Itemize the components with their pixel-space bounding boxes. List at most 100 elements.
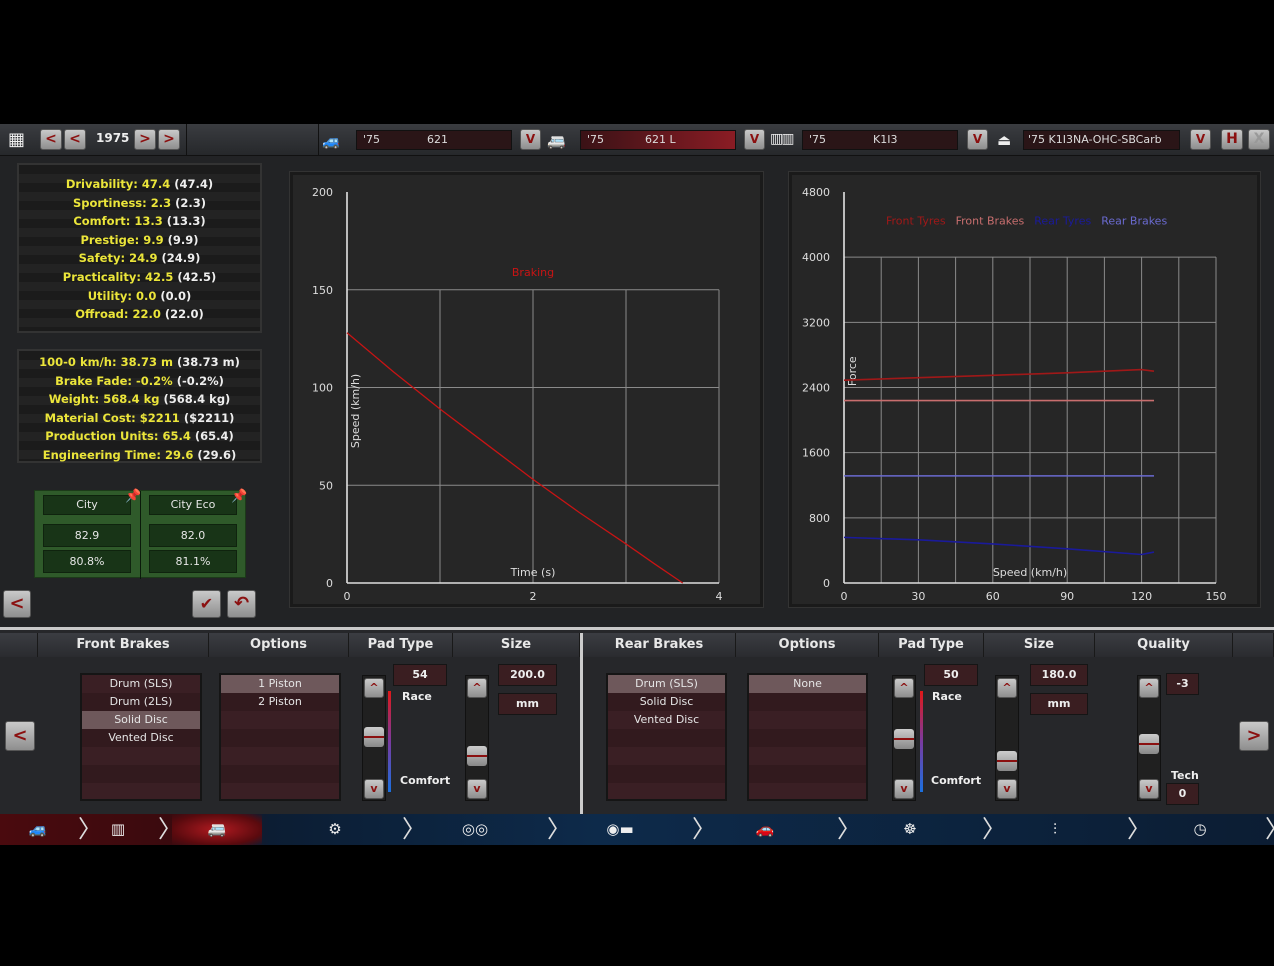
front-size-header: Size [453, 633, 580, 657]
slider-thumb[interactable] [364, 727, 384, 747]
list-item[interactable]: Vented Disc [82, 729, 200, 747]
demographic-city-eco: City Eco 📌 82.0 81.1% [141, 489, 247, 579]
year-prev-fast-button[interactable]: < [40, 129, 62, 150]
slider-up-button[interactable]: ^ [364, 678, 384, 698]
x-tick-label: 60 [986, 590, 1000, 603]
list-item[interactable]: 1 Piston [221, 675, 339, 693]
list-item[interactable]: Solid Disc [82, 711, 200, 729]
stat-previous: ($2211) [183, 410, 235, 425]
stat-value: 9.9 [143, 232, 164, 247]
year-next-fast-button[interactable]: > [158, 129, 180, 150]
slider-thumb[interactable] [467, 746, 487, 766]
year-next-button[interactable]: > [134, 129, 156, 150]
nav-car-body[interactable]: 🚙 [0, 814, 83, 845]
stat-label: 100-0 km/h: [39, 355, 117, 369]
trim-field[interactable]: '75 621 L [580, 130, 736, 150]
y-tick-label: 200 [312, 186, 333, 199]
list-item[interactable]: Drum (SLS) [82, 675, 200, 693]
slider-down-button[interactable]: v [894, 779, 914, 799]
brakes-icon: ◉▬ [606, 820, 634, 838]
undo-button[interactable]: ↶ [227, 590, 256, 618]
save-button[interactable]: H [1221, 129, 1243, 150]
stat-label: Safety: [78, 251, 126, 266]
front-brake-type-list[interactable]: Drum (SLS) Drum (2LS) Solid Disc Vented Dis… [80, 673, 202, 801]
demographic-score: 82.9 [43, 524, 131, 547]
calendar-icon[interactable]: ▦ [8, 129, 25, 150]
stat-previous: (47.4) [174, 177, 214, 191]
chevron-right-icon: 〉 [547, 815, 571, 843]
stat-value: 2.3 [150, 195, 172, 210]
x-tick-label: 150 [1206, 590, 1227, 603]
slider-thumb[interactable] [997, 751, 1017, 771]
next-part-button[interactable]: > [1239, 721, 1269, 751]
nav-interior[interactable]: ☸ [865, 814, 955, 845]
stat-previous: (13.3) [166, 214, 206, 229]
suspension-icon: ⫶ [1053, 820, 1057, 838]
prev-part-button[interactable]: < [5, 721, 35, 751]
front-pad-slider[interactable]: ^ v [362, 675, 386, 801]
list-item[interactable]: 2 Piston [221, 693, 339, 711]
rear-pad-slider[interactable]: ^ v [892, 675, 916, 801]
slider-down-button[interactable]: v [364, 779, 384, 799]
slider-thumb[interactable] [894, 729, 914, 749]
model-field[interactable]: '75 621 [356, 130, 512, 150]
trim-dropdown-button[interactable]: V [744, 129, 765, 150]
legend-entry: Braking [512, 266, 554, 279]
slider-down-button[interactable]: v [997, 779, 1017, 799]
list-item[interactable]: Vented Disc [608, 711, 725, 729]
engine-field[interactable]: '75 K1I3 [802, 130, 958, 150]
engine-dropdown-button[interactable]: V [967, 129, 988, 150]
force-chart: 0 800 1600 2400 3200 4000 4800 0 30 60 90 120 150 Spe… [802, 186, 1227, 603]
nav-brakes[interactable]: ◉▬ [575, 814, 665, 845]
tech-value: 0 [1166, 783, 1199, 805]
back-button[interactable]: < [3, 590, 31, 618]
list-item[interactable]: Drum (2LS) [82, 693, 200, 711]
list-item[interactable]: None [749, 675, 866, 693]
rear-size-slider[interactable]: ^ v [995, 675, 1019, 801]
quality-slider[interactable]: ^ v [1137, 675, 1161, 801]
demographic-name: City Eco [149, 495, 237, 515]
nav-testing[interactable]: ◷ [1155, 814, 1245, 845]
brakes-editor: Front Brakes Options Pad Type Size Rear … [0, 627, 1274, 817]
slider-up-button[interactable]: ^ [997, 678, 1017, 698]
pin-icon[interactable]: 📌 [125, 489, 141, 504]
slider-down-button[interactable]: v [467, 779, 487, 799]
list-item[interactable]: Solid Disc [608, 693, 725, 711]
pad-comfort-label: Comfort [931, 774, 982, 787]
rear-size-header: Size [984, 633, 1095, 657]
stat-label: Comfort: [73, 214, 131, 229]
y-tick-label: 4800 [802, 186, 830, 199]
nav-suspension[interactable]: ⫶ [1010, 814, 1100, 845]
slider-up-button[interactable]: ^ [467, 678, 487, 698]
nav-drivetrain[interactable]: ⚙ [290, 814, 380, 845]
slider-up-button[interactable]: ^ [894, 678, 914, 698]
nav-car-trim[interactable]: 🚐 [172, 814, 262, 845]
rear-options-list[interactable]: None [747, 673, 868, 801]
rear-brake-type-list[interactable]: Drum (SLS) Solid Disc Vented Disc [606, 673, 727, 801]
y-tick-label: 4000 [802, 251, 830, 264]
stat-label: Weight: [48, 392, 100, 407]
list-item[interactable]: Drum (SLS) [608, 675, 725, 693]
close-button[interactable]: X [1248, 129, 1270, 150]
stat-value: 22.0 [132, 307, 161, 322]
legend-entry: Rear Brakes [1101, 215, 1167, 228]
engine-variant-dropdown-button[interactable]: V [1190, 129, 1211, 150]
model-dropdown-button[interactable]: V [520, 129, 541, 150]
chevron-right-icon: 〉 [78, 815, 102, 843]
stat-label: Offroad: [75, 307, 129, 322]
pin-icon[interactable]: 📌 [231, 489, 247, 504]
y-tick-label: 1600 [802, 447, 830, 460]
year-prev-button[interactable]: < [64, 129, 86, 150]
slider-up-button[interactable]: ^ [1139, 678, 1159, 698]
stat-value: 47.4 [141, 177, 171, 191]
front-options-list[interactable]: 1 Piston 2 Piston [219, 673, 341, 801]
front-size-slider[interactable]: ^ v [465, 675, 489, 801]
slider-thumb[interactable] [1139, 734, 1159, 754]
y-tick-label: 0 [326, 577, 333, 590]
slider-down-button[interactable]: v [1139, 779, 1159, 799]
nav-wheels[interactable]: ◎◎ [430, 814, 520, 845]
car-check-icon: ✔ [199, 594, 214, 613]
engine-variant-field[interactable]: '75 K1I3NA-OHC-SBCarb [1023, 130, 1180, 150]
nav-aero-cooling[interactable]: 🚗 [720, 814, 810, 845]
accept-design-button[interactable]: ✔ [192, 590, 221, 618]
